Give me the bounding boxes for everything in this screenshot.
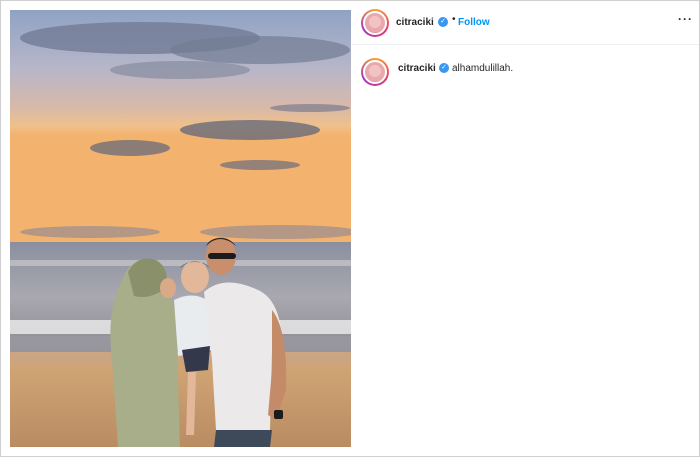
verified-badge-icon: ✓ <box>438 17 448 27</box>
avatar-ring <box>363 60 387 84</box>
caption-text: alhamdulillah. <box>452 63 514 74</box>
family-beach-sunset-photo <box>10 10 351 447</box>
avatar[interactable] <box>361 9 389 37</box>
separator-dot: • <box>452 14 456 25</box>
follow-button[interactable]: Follow <box>458 17 490 28</box>
username-link[interactable]: citraciki <box>396 17 434 28</box>
post-photo[interactable] <box>10 10 351 447</box>
verified-badge-icon: ✓ <box>439 63 449 73</box>
avatar-ring <box>363 11 387 35</box>
comment-username-link[interactable]: citraciki <box>398 63 436 74</box>
avatar-image <box>365 13 385 33</box>
avatar[interactable] <box>361 58 389 86</box>
post-sidebar: citraciki ✓ • Follow ··· citraciki ✓ alh… <box>352 0 699 457</box>
caption-comment: citraciki ✓ alhamdulillah. <box>352 54 699 94</box>
avatar-image <box>365 62 385 82</box>
post-header: citraciki ✓ • Follow ··· <box>352 0 699 45</box>
more-options-icon[interactable]: ··· <box>678 12 693 26</box>
